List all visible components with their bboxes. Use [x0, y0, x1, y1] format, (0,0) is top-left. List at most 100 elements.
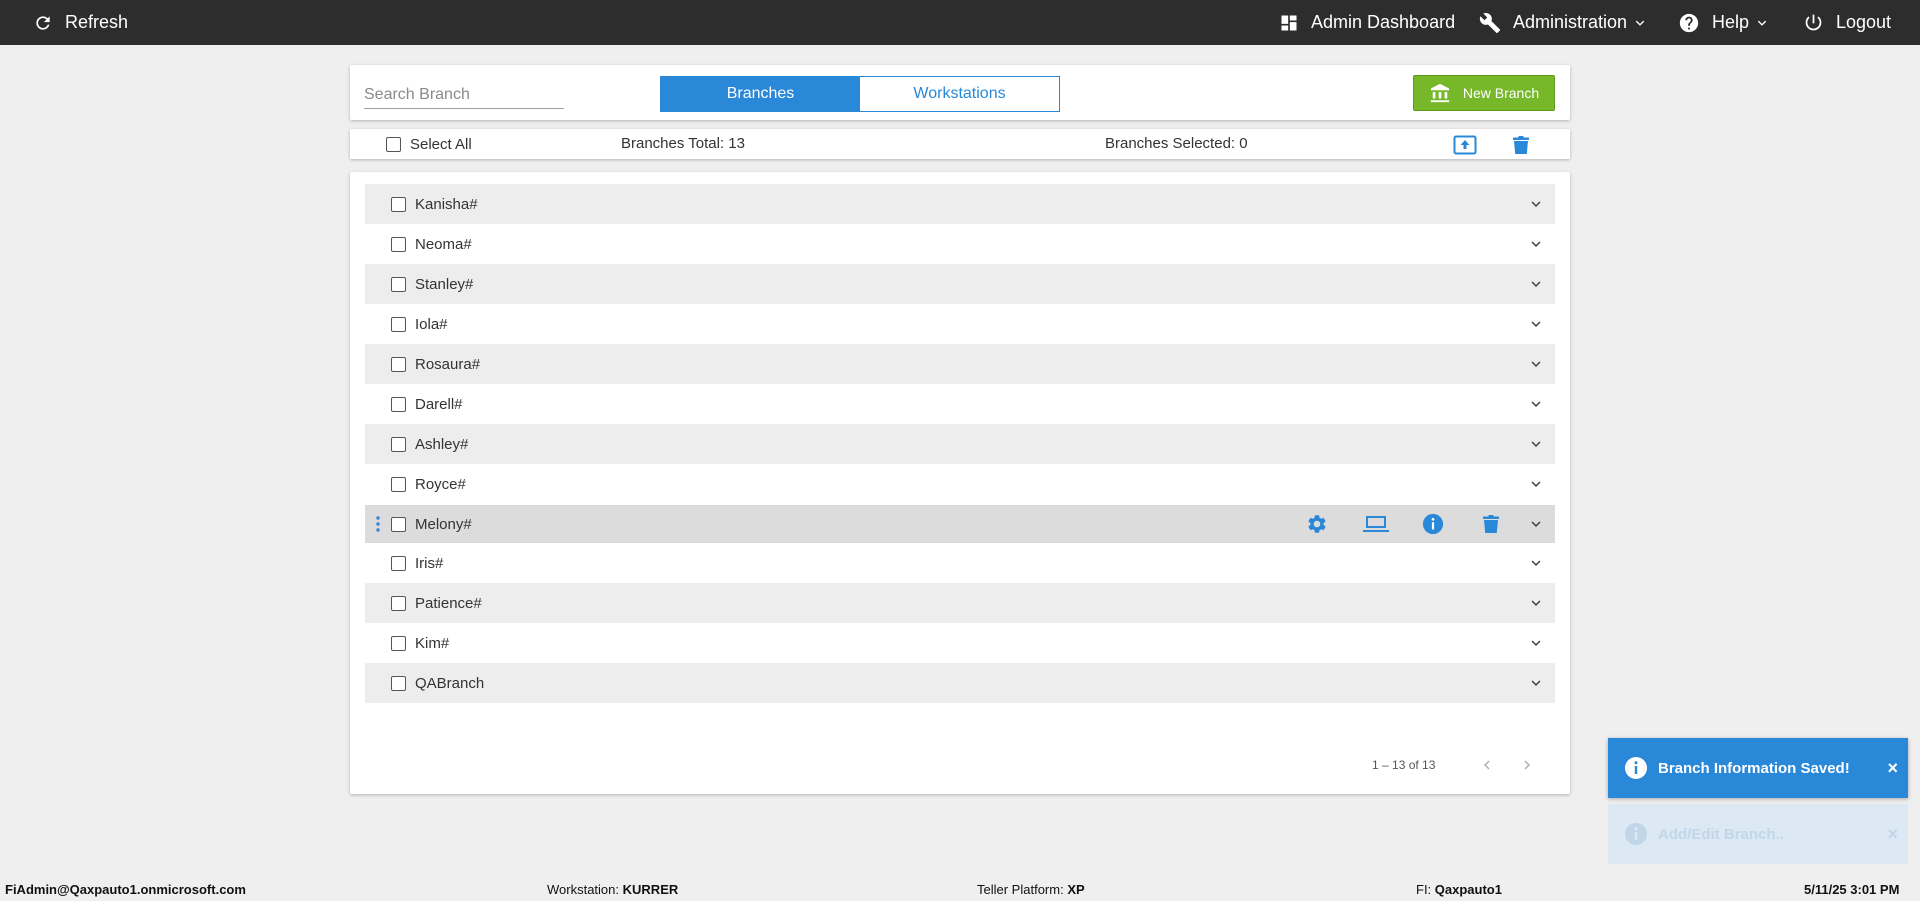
chevron-down-icon[interactable]	[1527, 315, 1545, 333]
chevron-down-icon[interactable]	[1527, 634, 1545, 652]
list-item[interactable]: Iris#	[365, 543, 1555, 583]
branch-name: Kim#	[415, 634, 450, 652]
success-toast: Branch Information Saved! ×	[1608, 738, 1908, 798]
power-icon	[1805, 14, 1822, 31]
delete-selected-button[interactable]	[1513, 135, 1529, 159]
datetime: 5/11/25 3:01 PM	[1804, 882, 1900, 897]
trash-icon[interactable]	[1483, 514, 1499, 534]
close-icon[interactable]: ×	[1887, 758, 1898, 779]
next-page-icon[interactable]	[1518, 756, 1536, 774]
row-checkbox[interactable]	[391, 555, 406, 571]
tab-workstations[interactable]: Workstations	[860, 77, 1059, 111]
chevron-down-icon[interactable]	[1527, 395, 1545, 413]
row-checkbox[interactable]	[391, 595, 406, 611]
info-icon[interactable]	[1422, 513, 1444, 535]
list-item[interactable]: Rosaura#	[365, 344, 1555, 384]
list-item[interactable]: Royce#	[365, 464, 1555, 504]
new-branch-label: New Branch	[1462, 85, 1540, 101]
administration-label: Administration	[1513, 12, 1628, 32]
list-item[interactable]: QABranch	[365, 663, 1555, 703]
chevron-down-icon	[1635, 20, 1645, 26]
refresh-button[interactable]: Refresh	[33, 0, 128, 45]
branch-name: Melony#	[415, 515, 472, 533]
branch-list: Kanisha# Neoma# Stanley# Iola# Rosaura# …	[350, 172, 1570, 794]
close-icon[interactable]: ×	[1887, 824, 1898, 845]
row-checkbox[interactable]	[391, 196, 406, 212]
row-checkbox[interactable]	[391, 396, 406, 412]
list-item-hovered[interactable]: Melony#	[365, 505, 1555, 543]
chevron-down-icon[interactable]	[1527, 275, 1545, 293]
gear-icon[interactable]	[1306, 513, 1328, 535]
list-item[interactable]: Kim#	[365, 623, 1555, 663]
row-checkbox[interactable]	[391, 516, 406, 532]
drag-handle-icon[interactable]	[375, 516, 381, 532]
row-checkbox[interactable]	[391, 675, 406, 691]
row-checkbox[interactable]	[391, 635, 406, 651]
laptop-icon[interactable]	[1363, 514, 1389, 534]
user-email: FiAdmin@Qaxpauto1.onmicrosoft.com	[5, 882, 246, 897]
logout-label: Logout	[1836, 12, 1892, 32]
chevron-down-icon[interactable]	[1527, 235, 1545, 253]
workstation-status: Workstation: KURRER	[547, 882, 679, 897]
branch-name: Kanisha#	[415, 195, 478, 213]
row-checkbox[interactable]	[391, 436, 406, 452]
row-checkbox[interactable]	[391, 356, 406, 372]
chevron-down-icon[interactable]	[1527, 554, 1545, 572]
select-all-label: Select All	[410, 136, 472, 153]
chevron-down-icon[interactable]	[1527, 515, 1545, 533]
bank-icon	[1430, 83, 1449, 103]
chevron-down-icon[interactable]	[1527, 475, 1545, 493]
row-checkbox[interactable]	[391, 276, 406, 292]
chevron-down-icon[interactable]	[1527, 435, 1545, 453]
branches-total: Branches Total: 13	[621, 135, 745, 152]
dashboard-icon	[1281, 15, 1297, 30]
tab-branches[interactable]: Branches	[661, 77, 860, 111]
info-icon	[1625, 757, 1647, 779]
list-item[interactable]: Iola#	[365, 304, 1555, 344]
view-tabs: Branches Workstations	[660, 76, 1060, 112]
list-item[interactable]: Darell#	[365, 384, 1555, 424]
help-menu[interactable]: Help	[1678, 0, 1769, 45]
chevron-down-icon[interactable]	[1527, 674, 1545, 692]
admin-dashboard-label: Admin Dashboard	[1311, 12, 1456, 32]
previous-page-icon[interactable]	[1478, 756, 1496, 774]
new-branch-button[interactable]: New Branch	[1413, 75, 1555, 111]
refresh-icon	[36, 15, 50, 30]
platform-status: Teller Platform: XP	[977, 882, 1085, 897]
row-checkbox[interactable]	[391, 316, 406, 332]
branch-name: Neoma#	[415, 235, 472, 253]
chevron-down-icon[interactable]	[1527, 195, 1545, 213]
chevron-down-icon	[1757, 20, 1767, 26]
branch-name: Stanley#	[415, 275, 474, 293]
admin-dashboard-link[interactable]: Admin Dashboard	[1279, 0, 1455, 45]
list-item[interactable]: Kanisha#	[365, 184, 1555, 224]
search-branch-input[interactable]	[364, 81, 564, 109]
logout-button[interactable]: Logout	[1803, 0, 1891, 45]
list-item[interactable]: Neoma#	[365, 224, 1555, 264]
fi-status: FI: Qaxpauto1	[1416, 882, 1502, 897]
help-label: Help	[1712, 12, 1750, 32]
branch-name: QABranch	[415, 674, 485, 692]
select-all-checkbox[interactable]: Select All	[386, 136, 472, 153]
branch-toolbar: Branches Workstations New Branch	[350, 65, 1570, 120]
list-item[interactable]: Patience#	[365, 583, 1555, 623]
fading-toast: Add/Edit Branch.. ×	[1608, 804, 1908, 864]
administration-menu[interactable]: Administration	[1479, 0, 1647, 45]
status-footer: FiAdmin@Qaxpauto1.onmicrosoft.com Workst…	[0, 877, 1920, 901]
upload-button[interactable]	[1453, 135, 1477, 159]
selection-summary-bar: Select All Branches Total: 13 Branches S…	[350, 129, 1570, 159]
checkbox[interactable]	[386, 137, 401, 152]
branch-name: Patience#	[415, 594, 482, 612]
branch-name: Darell#	[415, 395, 463, 413]
trash-icon	[1513, 136, 1529, 154]
row-checkbox[interactable]	[391, 476, 406, 492]
pagination-range: 1 – 13 of 13	[1372, 758, 1436, 772]
list-item[interactable]: Ashley#	[365, 424, 1555, 464]
chevron-down-icon[interactable]	[1527, 594, 1545, 612]
wrench-icon	[1479, 12, 1501, 33]
toast-message: Branch Information Saved!	[1658, 759, 1850, 777]
list-item[interactable]: Stanley#	[365, 264, 1555, 304]
chevron-down-icon[interactable]	[1527, 355, 1545, 373]
row-checkbox[interactable]	[391, 236, 406, 252]
branches-selected: Branches Selected: 0	[1105, 135, 1248, 152]
